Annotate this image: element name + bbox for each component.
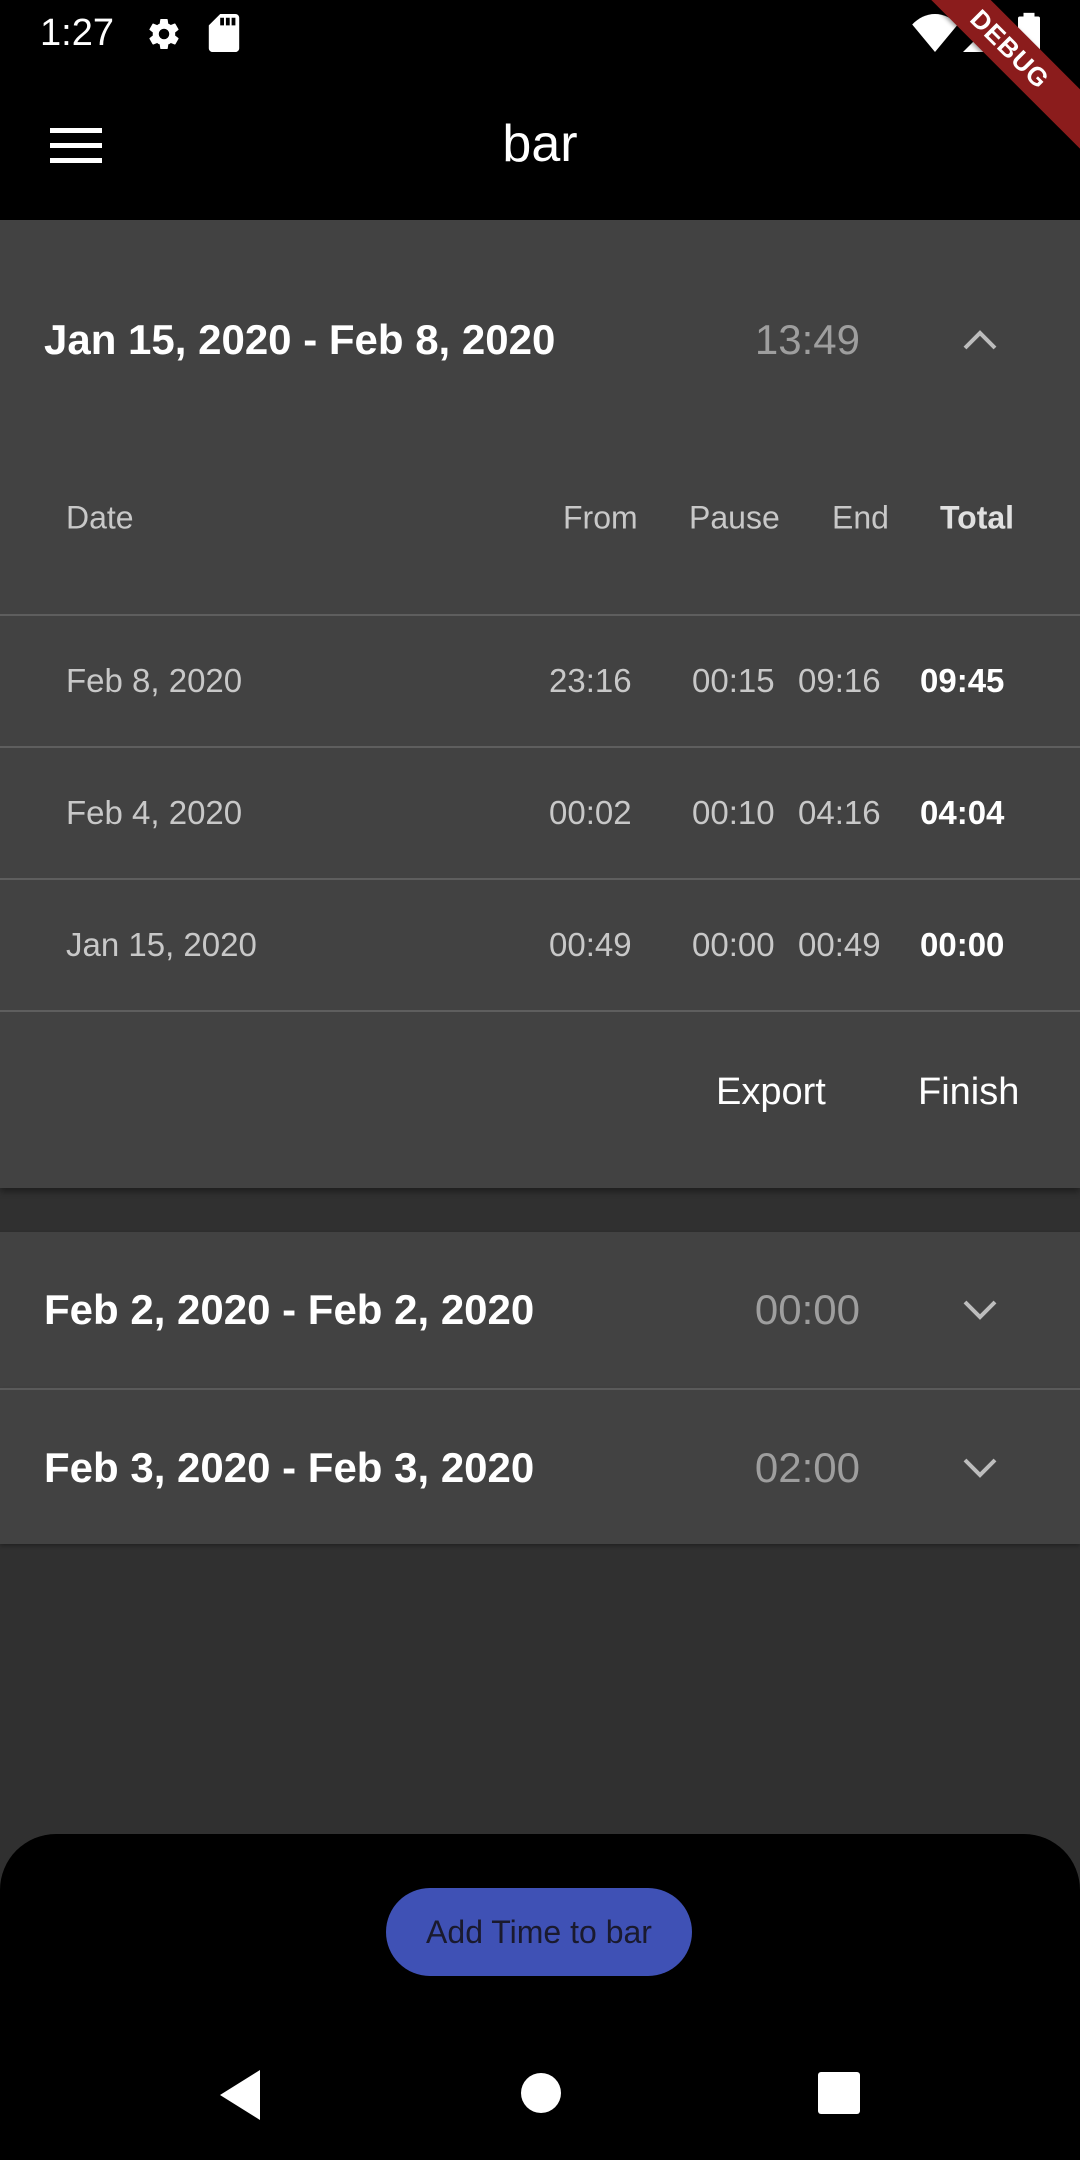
period-total: 02:00 <box>754 1444 860 1491</box>
column-header-date: Date <box>66 499 134 536</box>
period-range: Jan 15, 2020 - Feb 8, 2020 <box>44 316 556 363</box>
period-header[interactable]: Feb 2, 2020 - Feb 2, 2020 00:00 <box>0 1232 1080 1388</box>
column-header-end: End <box>832 499 889 536</box>
system-nav-bar <box>0 2020 1080 2160</box>
period-total: 00:00 <box>754 1286 860 1333</box>
table-row[interactable]: Feb 4, 2020 00:02 00:10 04:16 04:04 <box>0 746 1080 878</box>
chevron-down-icon[interactable] <box>952 1282 1008 1338</box>
gear-icon <box>149 19 179 50</box>
row-end: 04:16 <box>798 794 881 831</box>
row-from: 00:02 <box>549 794 632 831</box>
row-from: 00:49 <box>549 926 632 963</box>
row-end: 09:16 <box>798 662 881 699</box>
column-header-total: Total <box>940 499 1015 536</box>
status-time: 1:27 <box>40 12 114 54</box>
chevron-up-icon[interactable] <box>952 312 1008 368</box>
period-range: Feb 2, 2020 - Feb 2, 2020 <box>44 1286 535 1333</box>
period-panel-collapsed[interactable]: Feb 3, 2020 - Feb 3, 2020 02:00 <box>0 1388 1080 1544</box>
add-time-button[interactable]: Add Time to bar <box>386 1888 692 1976</box>
status-bar: 1:27 DEBUG <box>0 0 1080 156</box>
period-range: Feb 3, 2020 - Feb 3, 2020 <box>44 1444 535 1491</box>
recent-apps-icon[interactable] <box>818 2072 860 2114</box>
home-icon[interactable] <box>520 2072 562 2114</box>
app-bar: bar <box>0 68 1080 220</box>
row-date: Jan 15, 2020 <box>66 926 257 963</box>
row-total: 09:45 <box>920 662 1005 699</box>
period-total: 13:49 <box>754 316 860 363</box>
period-panel-collapsed[interactable]: Feb 2, 2020 - Feb 2, 2020 00:00 <box>0 1232 1080 1388</box>
page-title: bar <box>502 115 578 173</box>
row-date: Feb 8, 2020 <box>66 662 243 699</box>
row-pause: 00:10 <box>692 794 775 831</box>
table-row[interactable]: Feb 8, 2020 23:16 00:15 09:16 09:45 <box>0 614 1080 746</box>
chevron-down-icon[interactable] <box>952 1440 1008 1496</box>
export-button[interactable]: Export <box>700 1052 842 1132</box>
period-header[interactable]: Feb 3, 2020 - Feb 3, 2020 02:00 <box>0 1390 1080 1546</box>
finish-button[interactable]: Finish <box>902 1052 1035 1132</box>
column-header-from: From <box>563 499 638 536</box>
sd-card-icon <box>208 14 240 52</box>
back-icon[interactable] <box>216 2068 264 2122</box>
menu-button[interactable] <box>36 110 116 182</box>
row-total: 04:04 <box>920 794 1005 831</box>
row-pause: 00:15 <box>692 662 775 699</box>
table-row[interactable]: Jan 15, 2020 00:49 00:00 00:49 00:00 <box>0 878 1080 1010</box>
row-end: 00:49 <box>798 926 881 963</box>
row-total: 00:00 <box>920 926 1005 963</box>
panel-actions: Export Finish <box>0 1010 1080 1188</box>
row-pause: 00:00 <box>692 926 775 963</box>
row-from: 23:16 <box>549 662 632 699</box>
period-header[interactable]: Jan 15, 2020 - Feb 8, 2020 13:49 <box>0 220 1080 460</box>
row-date: Feb 4, 2020 <box>66 794 243 831</box>
hamburger-menu-icon <box>50 128 102 163</box>
period-panel-expanded: Jan 15, 2020 - Feb 8, 2020 13:49 Date Fr… <box>0 220 1080 1188</box>
column-header-pause: Pause <box>689 499 780 536</box>
